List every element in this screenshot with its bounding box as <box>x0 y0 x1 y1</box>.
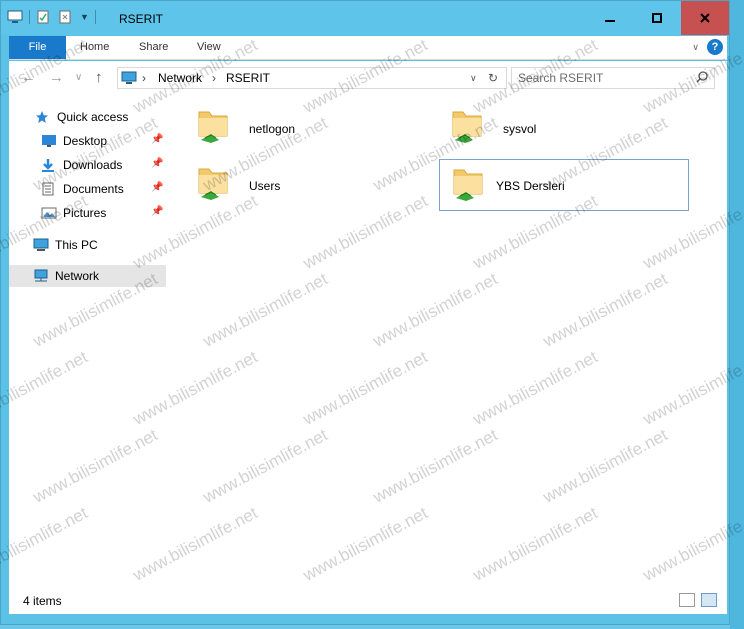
maximize-button[interactable] <box>634 1 680 35</box>
nav-quick-access[interactable]: Quick access <box>35 106 128 128</box>
nav-label: Pictures <box>63 206 107 220</box>
nav-documents[interactable]: Documents <box>41 178 124 200</box>
refresh-icon[interactable]: ↻ <box>488 71 498 85</box>
close-icon <box>700 13 710 23</box>
desktop-icon <box>41 134 57 148</box>
nav-label: Documents <box>63 182 124 196</box>
pictures-icon <box>41 206 57 220</box>
explorer-window: ▼ RSERIT File Home Share View ∨ ? ← → ∨ … <box>0 0 730 625</box>
desktop-background <box>730 0 744 629</box>
nav-downloads[interactable]: Downloads <box>41 154 122 176</box>
forward-arrow-icon[interactable]: → <box>49 69 64 86</box>
shared-folder-icon <box>197 108 229 144</box>
nav-this-pc[interactable]: This PC <box>33 234 98 256</box>
folder-item-ybs-dersleri[interactable]: YBS Dersleri <box>439 159 689 211</box>
new-folder-icon[interactable] <box>58 10 74 24</box>
computer-icon[interactable] <box>7 10 23 24</box>
nav-label: Quick access <box>57 110 129 124</box>
tab-share[interactable]: Share <box>139 36 168 59</box>
pin-icon[interactable]: 📌 <box>151 182 163 193</box>
address-bar[interactable]: › Network › RSERIT ∨ ↻ <box>117 67 507 89</box>
minimize-button[interactable] <box>587 1 633 35</box>
breadcrumb-separator-icon[interactable]: › <box>142 71 146 85</box>
folder-name: netlogon <box>249 122 296 136</box>
file-list: netlogon sysvol Users YBS Dersleri <box>167 95 727 588</box>
up-arrow-icon[interactable]: ↑ <box>95 69 103 86</box>
item-count: 4 items <box>23 594 62 608</box>
properties-icon[interactable] <box>36 10 52 24</box>
folder-name: sysvol <box>503 122 537 136</box>
close-button[interactable] <box>681 1 729 35</box>
pin-icon[interactable]: 📌 <box>151 206 163 217</box>
shared-folder-icon <box>197 165 229 201</box>
nav-label: This PC <box>55 238 98 252</box>
star-icon <box>35 110 51 124</box>
search-box[interactable] <box>511 67 715 89</box>
expand-ribbon-icon[interactable]: ∨ <box>692 42 699 53</box>
status-bar: 4 items <box>9 588 727 614</box>
ribbon-controls: ∨ ? <box>692 39 723 55</box>
breadcrumb-separator-icon[interactable]: › <box>212 71 216 85</box>
recent-locations-icon[interactable]: ∨ <box>75 72 82 83</box>
navigation-pane: Quick access Desktop 📌 Downloads 📌 Docum… <box>9 95 167 588</box>
title-bar: ▼ RSERIT <box>1 1 729 35</box>
nav-pictures[interactable]: Pictures <box>41 202 106 224</box>
tab-file[interactable]: File <box>9 36 66 59</box>
nav-label: Downloads <box>63 158 123 172</box>
window-title: RSERIT <box>119 12 164 26</box>
customize-toolbar-icon[interactable]: ▼ <box>80 12 89 22</box>
breadcrumb-rserit[interactable]: RSERIT <box>226 71 270 85</box>
search-icon[interactable] <box>696 71 708 86</box>
network-location-icon <box>121 71 137 88</box>
content-area: Quick access Desktop 📌 Downloads 📌 Docum… <box>9 95 727 588</box>
folder-item-sysvol[interactable]: sysvol <box>439 100 689 152</box>
minimize-icon <box>605 20 615 22</box>
breadcrumb-network[interactable]: Network <box>158 71 202 85</box>
documents-icon <box>41 182 57 196</box>
nav-desktop[interactable]: Desktop <box>41 130 107 152</box>
divider <box>94 10 96 24</box>
network-icon <box>33 269 49 283</box>
divider <box>29 10 30 24</box>
details-view-icon[interactable] <box>679 593 695 607</box>
quick-access-toolbar: ▼ <box>7 10 96 24</box>
nav-label: Network <box>55 269 100 283</box>
search-input[interactable] <box>518 68 688 88</box>
nav-network[interactable]: Network <box>9 265 166 287</box>
pin-icon[interactable]: 📌 <box>151 134 163 145</box>
help-button[interactable]: ? <box>707 39 723 55</box>
navigation-bar: ← → ∨ ↑ › Network › RSERIT ∨ ↻ <box>9 61 727 95</box>
nav-label: Desktop <box>63 134 108 148</box>
download-icon <box>41 158 57 172</box>
this-pc-icon <box>33 238 49 252</box>
shared-folder-icon <box>451 108 483 144</box>
folder-item-netlogon[interactable]: netlogon <box>187 100 407 152</box>
maximize-icon <box>652 13 662 23</box>
pin-icon[interactable]: 📌 <box>151 158 163 169</box>
shared-folder-icon <box>452 166 484 202</box>
folder-name: Users <box>249 179 281 193</box>
tab-view[interactable]: View <box>197 36 221 59</box>
back-arrow-icon[interactable]: ← <box>21 69 36 86</box>
tab-home[interactable]: Home <box>80 36 109 59</box>
folder-item-users[interactable]: Users <box>187 159 407 211</box>
address-dropdown-icon[interactable]: ∨ <box>470 73 477 84</box>
folder-name: YBS Dersleri <box>496 179 565 193</box>
ribbon: File Home Share View ∨ ? <box>9 36 727 60</box>
view-toggle <box>679 593 717 607</box>
large-icons-view-icon[interactable] <box>701 593 717 607</box>
